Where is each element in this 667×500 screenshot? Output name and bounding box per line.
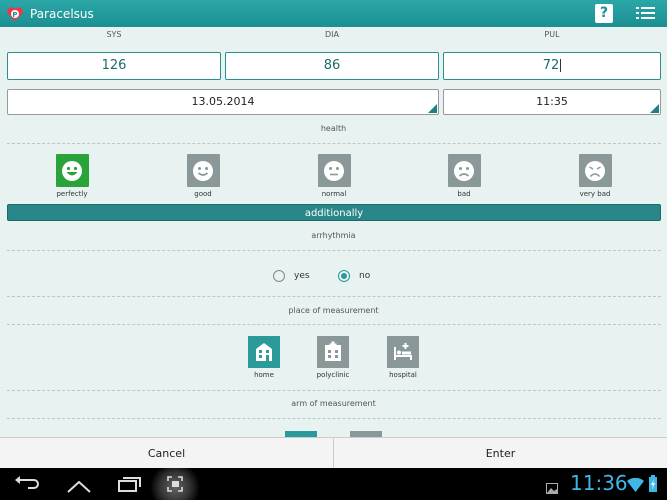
recent-apps-icon[interactable] [118,476,142,492]
health-option-perfectly[interactable]: perfectly [42,154,102,198]
date-value: 13.05.2014 [191,95,255,108]
divider [7,250,661,251]
health-option-very-bad[interactable]: very bad [565,154,625,198]
dia-input[interactable]: 86 [225,52,439,80]
place-title: place of measurement [288,306,379,315]
building-icon [248,336,280,368]
radio-label: yes [294,271,310,281]
sad-face-icon [447,154,481,187]
date-picker[interactable]: 13.05.2014 [7,89,439,115]
arrhythmia-title: arrhythmia [311,231,356,240]
divider [7,324,661,325]
health-option-good[interactable]: good [173,154,233,198]
screenshot-icon[interactable] [148,468,202,500]
radio-off-icon [273,270,285,282]
gallery-notification-icon [546,479,558,498]
pul-value: 72 [542,58,560,73]
radio-label: no [359,271,371,281]
polyclinic-icon [317,336,349,368]
health-option-bad[interactable]: bad [434,154,494,198]
divider [7,143,661,144]
health-label: good [194,190,212,198]
dropdown-corner-icon [650,104,659,113]
hospital-bed-icon [387,336,419,368]
health-title: health [320,124,347,133]
time-picker[interactable]: 11:35 [443,89,661,115]
pul-label: PUL [544,30,560,39]
health-label: perfectly [56,190,88,198]
help-button[interactable]: ? [595,4,613,23]
sys-label: SYS [106,30,122,39]
place-label: hospital [389,371,417,379]
place-label: polyclinic [316,371,350,379]
dia-label: DIA [325,30,339,39]
health-label: normal [321,190,347,198]
very-sad-face-icon [578,154,612,187]
health-label: very bad [579,190,611,198]
arm-title: arm of measurement [291,399,376,408]
cancel-button[interactable]: Cancel [0,438,333,469]
sys-value: 126 [101,58,127,73]
bottom-button-bar: Cancel Enter [0,437,667,469]
health-option-normal[interactable]: normal [304,154,364,198]
action-bar: P Paracelsus ? [0,0,667,27]
home-icon[interactable] [66,478,92,494]
place-option-home[interactable]: home [234,336,294,379]
enter-button[interactable]: Enter [334,438,667,469]
very-happy-face-icon [55,154,89,187]
paracelsus-logo-icon: P [6,5,24,23]
sys-input[interactable]: 126 [7,52,221,80]
divider [7,418,661,419]
list-menu-icon[interactable] [636,6,655,21]
svg-text:P: P [12,11,17,19]
pul-input[interactable]: 72 [443,52,661,80]
neutral-face-icon [317,154,351,187]
happy-face-icon [186,154,220,187]
divider [7,390,661,391]
system-navigation-bar: 11:36 [0,468,667,500]
wifi-icon [627,477,644,496]
place-label: home [254,371,274,379]
radio-on-icon [338,270,350,282]
status-clock: 11:36 [570,471,628,495]
additionally-toggle-button[interactable]: additionally [7,204,661,221]
place-option-polyclinic[interactable]: polyclinic [303,336,363,379]
pressure-labels: SYS DIA PUL [0,30,667,44]
battery-charging-icon [649,475,657,496]
dropdown-corner-icon [428,104,437,113]
arrhythmia-yes-radio[interactable]: yes [273,270,310,282]
divider [7,296,661,297]
text-cursor [560,59,562,72]
dia-value: 86 [323,58,341,73]
app-title: Paracelsus [30,6,94,21]
time-value: 11:35 [536,95,568,108]
arrhythmia-no-radio[interactable]: no [338,270,370,282]
place-option-hospital[interactable]: hospital [373,336,433,379]
back-icon[interactable] [14,476,40,492]
health-label: bad [457,190,471,198]
